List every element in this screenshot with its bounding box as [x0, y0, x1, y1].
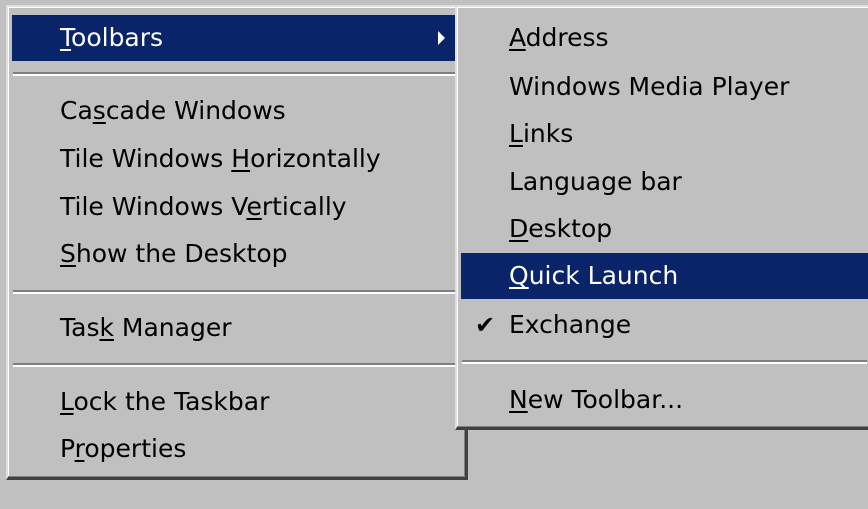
- menu-separator: [13, 72, 460, 76]
- submenu-item-language-bar[interactable]: Language bar: [461, 159, 868, 205]
- submenu-arrow-icon: [438, 31, 445, 45]
- toolbars-submenu: Address Windows Media Player Links Langu…: [455, 5, 868, 430]
- desktop: Toolbars Cascade Windows Tile Windows Ho…: [0, 0, 868, 509]
- menu-item-cascade-windows[interactable]: Cascade Windows: [12, 88, 461, 134]
- submenu-item-address[interactable]: Address: [461, 15, 868, 61]
- menu-item-properties[interactable]: Properties: [12, 426, 461, 472]
- menu-item-show-desktop[interactable]: Show the Desktop: [12, 231, 461, 277]
- menu-item-task-manager[interactable]: Task Manager: [12, 305, 461, 351]
- submenu-item-windows-media-player[interactable]: Windows Media Player: [461, 64, 868, 110]
- menu-separator: [13, 363, 460, 367]
- menu-item-tile-vertically[interactable]: Tile Windows Vertically: [12, 184, 461, 230]
- menu-item-lock-taskbar[interactable]: Lock the Taskbar: [12, 379, 461, 425]
- menu-separator: [13, 290, 460, 294]
- submenu-item-links[interactable]: Links: [461, 111, 868, 157]
- taskbar-context-menu: Toolbars Cascade Windows Tile Windows Ho…: [6, 5, 468, 480]
- menu-separator: [462, 360, 867, 364]
- check-mark-icon: ✔: [475, 311, 496, 339]
- submenu-item-quick-launch[interactable]: Quick Launch: [461, 253, 868, 299]
- submenu-item-desktop[interactable]: Desktop: [461, 206, 868, 252]
- submenu-item-exchange[interactable]: ✔ Exchange: [461, 302, 868, 348]
- menu-item-toolbars[interactable]: Toolbars: [12, 15, 461, 61]
- submenu-item-new-toolbar[interactable]: New Toolbar...: [461, 377, 868, 423]
- menu-item-tile-horizontally[interactable]: Tile Windows Horizontally: [12, 136, 461, 182]
